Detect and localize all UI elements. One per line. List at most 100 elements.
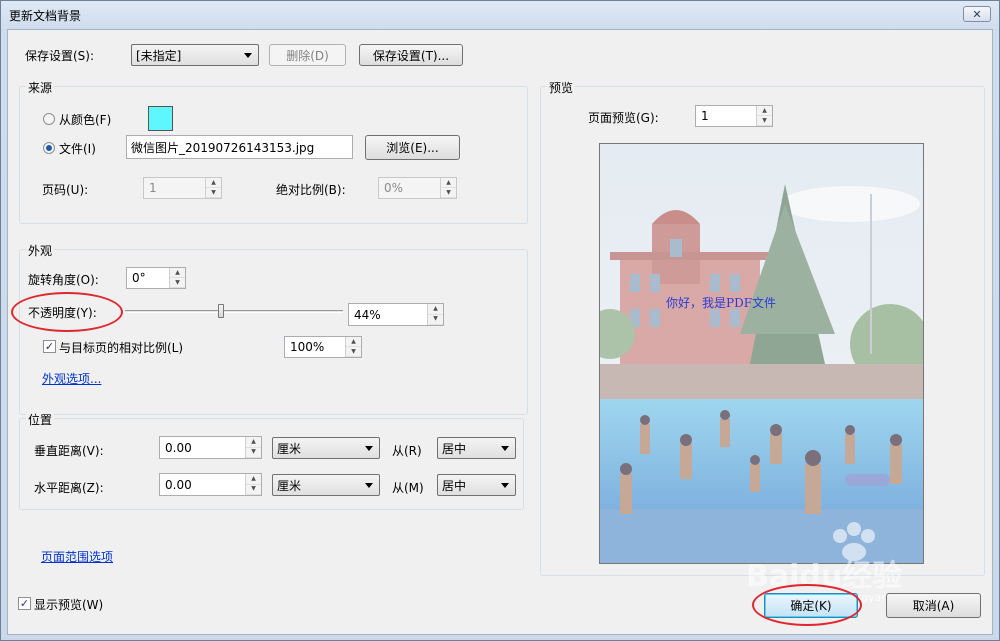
file-path-value: 微信图片_20190726143153.jpg [131, 140, 315, 155]
file-path-field[interactable]: 微信图片_20190726143153.jpg [126, 135, 353, 159]
save-settings-button[interactable]: 保存设置(T)... [359, 44, 463, 66]
vertical-from-label: 从(R) [392, 444, 422, 458]
preview-page-label: 页面预览(G): [588, 111, 659, 125]
vertical-from-select[interactable]: 居中 [437, 437, 516, 459]
stepper-arrows[interactable]: ▲ ▼ [345, 337, 361, 357]
arrow-up-icon[interactable]: ▲ [757, 106, 772, 116]
preview-page-stepper[interactable]: 1 ▲ ▼ [695, 105, 773, 127]
appearance-group-title: 外观 [26, 242, 55, 259]
title-bar[interactable]: 更新文档背景 ✕ [1, 1, 999, 29]
delete-button[interactable]: 删除(D) [269, 44, 346, 66]
cancel-button[interactable]: 取消(A) [886, 593, 981, 618]
scale-stepper-value: 0% [384, 181, 404, 195]
show-preview-checkbox[interactable]: ✓ [18, 597, 31, 610]
cancel-button-label: 取消(A) [912, 599, 955, 613]
arrow-up-icon[interactable]: ▲ [441, 178, 456, 188]
preview-background-image [600, 144, 923, 563]
horizontal-distance-label: 水平距离(Z): [34, 481, 104, 495]
browse-button[interactable]: 浏览(E)... [365, 135, 460, 160]
stepper-arrows[interactable]: ▲ ▼ [169, 268, 185, 288]
stepper-arrows[interactable]: ▲ ▼ [427, 304, 443, 325]
scale-label: 绝对比例(B): [276, 183, 346, 197]
chevron-down-icon [501, 483, 509, 488]
close-button[interactable]: ✕ [963, 6, 991, 22]
arrow-down-icon[interactable]: ▼ [206, 188, 221, 198]
save-settings-label: 保存设置(S): [25, 49, 95, 63]
dialog-client-area: 保存设置(S): [未指定] 删除(D) 保存设置(T)... 来源 从颜色(F… [7, 29, 993, 635]
arrow-down-icon[interactable]: ▼ [441, 188, 456, 198]
from-color-radio[interactable] [43, 113, 55, 125]
rotation-stepper[interactable]: 0° ▲ ▼ [126, 267, 186, 289]
stepper-arrows[interactable]: ▲ ▼ [245, 474, 261, 495]
horizontal-unit-value: 厘米 [277, 478, 302, 493]
page-stepper-value: 1 [149, 181, 157, 195]
arrow-up-icon[interactable]: ▲ [246, 437, 261, 448]
horizontal-from-value: 居中 [442, 478, 467, 493]
relative-scale-stepper[interactable]: 100% ▲ ▼ [284, 336, 362, 358]
arrow-up-icon[interactable]: ▲ [246, 474, 261, 485]
horizontal-unit-select[interactable]: 厘米 [272, 474, 380, 496]
arrow-up-icon[interactable]: ▲ [428, 304, 443, 315]
from-color-label: 从颜色(F) [59, 113, 112, 127]
position-group-title: 位置 [26, 411, 55, 428]
rotation-label: 旋转角度(O): [28, 273, 99, 287]
opacity-stepper[interactable]: 44% ▲ ▼ [348, 303, 444, 326]
arrow-up-icon[interactable]: ▲ [170, 268, 185, 278]
chevron-down-icon [365, 446, 373, 451]
horizontal-from-label: 从(M) [392, 481, 424, 495]
scale-stepper[interactable]: 0% ▲ ▼ [378, 177, 457, 199]
window-title: 更新文档背景 [9, 9, 82, 23]
horizontal-from-select[interactable]: 居中 [437, 474, 516, 496]
ok-highlight-circle [752, 584, 862, 626]
relative-scale-stepper-value: 100% [290, 340, 325, 354]
page-stepper[interactable]: 1 ▲ ▼ [143, 177, 222, 199]
close-icon: ✕ [972, 7, 982, 21]
dialog-window: 更新文档背景 ✕ 保存设置(S): [未指定] 删除(D) 保存设置(T)...… [0, 0, 1000, 641]
preview-page: 你好，我是PDF文件 [599, 143, 924, 564]
opacity-highlight-circle [11, 292, 123, 332]
opacity-slider-track[interactable] [125, 310, 343, 313]
arrow-down-icon[interactable]: ▼ [246, 485, 261, 495]
relative-scale-checkbox[interactable]: ✓ [43, 340, 56, 353]
color-swatch[interactable] [148, 106, 173, 131]
vertical-unit-select[interactable]: 厘米 [272, 437, 380, 459]
vertical-distance-value: 0.00 [165, 440, 192, 455]
stepper-arrows[interactable]: ▲ ▼ [245, 437, 261, 458]
page-label: 页码(U): [42, 183, 89, 197]
preview-group-title: 预览 [547, 79, 576, 96]
delete-button-label: 删除(D) [286, 48, 329, 63]
vertical-distance-label: 垂直距离(V): [34, 444, 104, 458]
vertical-unit-value: 厘米 [277, 441, 302, 456]
file-label: 文件(I) [59, 142, 96, 156]
rotation-stepper-value: 0° [132, 271, 146, 285]
opacity-stepper-value: 44% [354, 307, 381, 322]
relative-scale-label: 与目标页的相对比例(L) [59, 341, 184, 355]
save-settings-button-label: 保存设置(T)... [372, 48, 450, 63]
file-radio[interactable] [43, 142, 55, 154]
arrow-down-icon[interactable]: ▼ [346, 347, 361, 357]
source-group-title: 来源 [26, 79, 55, 96]
preset-select-value: [未指定] [136, 48, 182, 63]
arrow-up-icon[interactable]: ▲ [346, 337, 361, 347]
appearance-options-link[interactable]: 外观选项... [42, 370, 101, 387]
arrow-up-icon[interactable]: ▲ [206, 178, 221, 188]
arrow-down-icon[interactable]: ▼ [170, 278, 185, 288]
vertical-distance-stepper[interactable]: 0.00 ▲ ▼ [159, 436, 262, 459]
stepper-arrows[interactable]: ▲ ▼ [205, 178, 221, 198]
opacity-slider-thumb[interactable] [217, 304, 224, 318]
horizontal-distance-value: 0.00 [165, 477, 192, 492]
show-preview-label: 显示预览(W) [34, 598, 104, 612]
arrow-down-icon[interactable]: ▼ [757, 116, 772, 126]
arrow-down-icon[interactable]: ▼ [428, 315, 443, 325]
preview-overlay-text: 你好，我是PDF文件 [666, 296, 777, 310]
horizontal-distance-stepper[interactable]: 0.00 ▲ ▼ [159, 473, 262, 496]
stepper-arrows[interactable]: ▲ ▼ [756, 106, 772, 126]
preview-page-value: 1 [701, 109, 709, 123]
chevron-down-icon [501, 446, 509, 451]
arrow-down-icon[interactable]: ▼ [246, 448, 261, 458]
stepper-arrows[interactable]: ▲ ▼ [440, 178, 456, 198]
vertical-from-value: 居中 [442, 441, 467, 456]
page-range-link[interactable]: 页面范围选项 [41, 548, 113, 565]
position-group: 位置 [19, 411, 524, 510]
preset-select[interactable]: [未指定] [131, 44, 259, 66]
